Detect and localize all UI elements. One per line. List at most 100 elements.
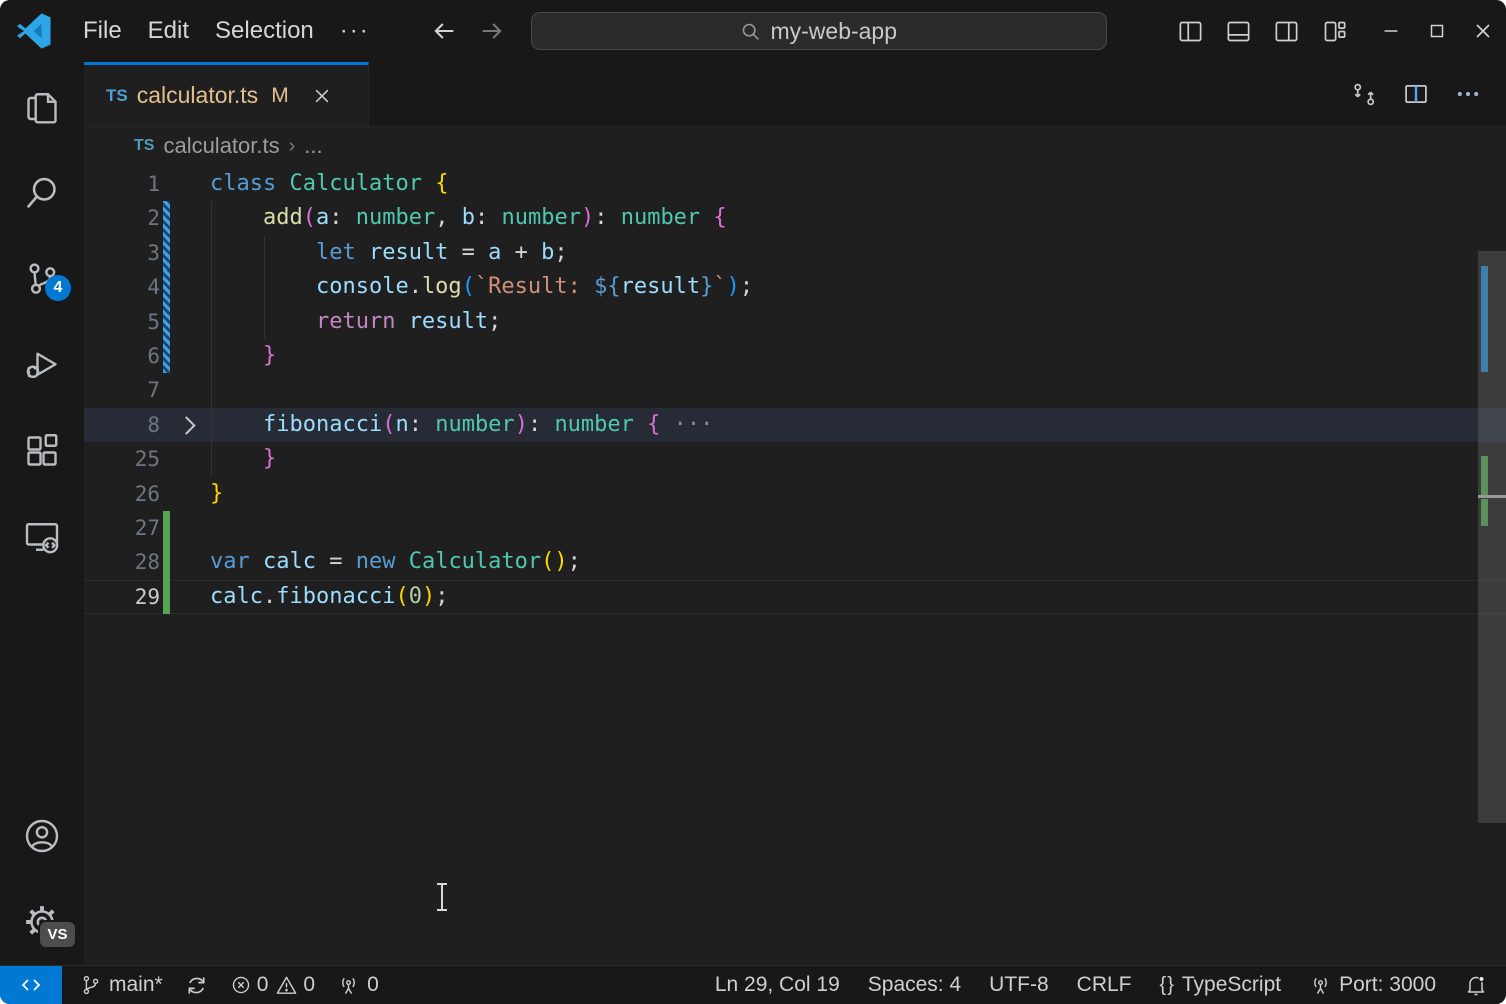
- code-line-27[interactable]: 27: [84, 511, 1506, 545]
- code-text: return result;: [210, 305, 501, 339]
- line-number: 6: [147, 339, 160, 373]
- command-center-search[interactable]: my-web-app: [531, 12, 1107, 50]
- remote-indicator[interactable]: [0, 966, 62, 1004]
- tab-calculator-ts[interactable]: TS calculator.ts M: [84, 62, 369, 126]
- code-line-28[interactable]: 28var calc = new Calculator();: [84, 545, 1506, 579]
- history-nav: [427, 14, 509, 48]
- gutter[interactable]: 27: [84, 511, 210, 545]
- menu-edit[interactable]: Edit: [135, 12, 202, 50]
- statusbar-right: Ln 29, Col 19 Spaces: 4 UTF-8 CRLF {} Ty…: [715, 966, 1488, 1004]
- extensions-icon: [21, 430, 63, 472]
- gutter[interactable]: 29: [84, 580, 210, 614]
- activity-accounts[interactable]: [0, 793, 84, 879]
- code-line-5[interactable]: 5 return result;: [84, 305, 1506, 339]
- cursor-position-item[interactable]: Ln 29, Col 19: [715, 973, 840, 997]
- code-line-1[interactable]: 1class Calculator {: [84, 167, 1506, 201]
- gutter[interactable]: 7: [84, 373, 210, 407]
- close-window-button[interactable]: [1460, 0, 1506, 62]
- code-line-6[interactable]: 6 }: [84, 339, 1506, 373]
- statusbar-left: main* 0 0: [80, 966, 379, 1004]
- gutter[interactable]: 1: [84, 167, 210, 201]
- code-editor[interactable]: 1class Calculator {2 add(a: number, b: n…: [84, 165, 1506, 965]
- breadcrumb-file[interactable]: calculator.ts: [163, 133, 279, 159]
- layout-controls: [1170, 11, 1354, 51]
- branch-icon: [80, 974, 102, 996]
- remote-icon: [19, 973, 43, 997]
- menu-bar: File Edit Selection ···: [70, 12, 383, 50]
- open-changes-icon[interactable]: [1351, 81, 1378, 108]
- git-added-gutter-bar: [163, 580, 170, 614]
- activity-run-debug[interactable]: [0, 322, 84, 408]
- eol-item[interactable]: CRLF: [1077, 973, 1132, 997]
- gutter[interactable]: 4: [84, 270, 210, 304]
- forward-button[interactable]: [475, 14, 509, 48]
- gutter[interactable]: 28: [84, 545, 210, 579]
- gutter[interactable]: 25: [84, 442, 210, 476]
- activity-search[interactable]: [0, 150, 84, 236]
- gutter[interactable]: 5: [84, 305, 210, 339]
- code-line-7[interactable]: 7: [84, 373, 1506, 407]
- activity-extensions[interactable]: [0, 408, 84, 494]
- maximize-button[interactable]: [1414, 0, 1460, 62]
- problems-item[interactable]: 0 0: [230, 973, 315, 997]
- command-center-text: my-web-app: [770, 18, 897, 45]
- ports-item[interactable]: 0: [337, 973, 379, 997]
- code-line-3[interactable]: 3 let result = a + b;: [84, 236, 1506, 270]
- fold-chevron-icon[interactable]: [177, 416, 195, 434]
- breadcrumb-symbol[interactable]: ...: [304, 133, 322, 159]
- port-forward-item[interactable]: Port: 3000: [1309, 973, 1436, 997]
- encoding-text: UTF-8: [989, 973, 1049, 997]
- settings-vs-badge: VS: [38, 920, 77, 949]
- code-line-8[interactable]: 8 fibonacci(n: number): number { ···: [84, 408, 1506, 442]
- line-number: 1: [147, 167, 160, 201]
- gutter[interactable]: 2: [84, 201, 210, 235]
- warning-icon: [275, 974, 298, 997]
- back-button[interactable]: [427, 14, 461, 48]
- line-number: 27: [135, 511, 160, 545]
- activity-remote-explorer[interactable]: [0, 494, 84, 580]
- language-mode-item[interactable]: {} TypeScript: [1160, 973, 1282, 997]
- overview-ruler-added-mark: [1481, 456, 1488, 495]
- activity-settings[interactable]: VS: [0, 879, 84, 965]
- tab-modified-badge: M: [271, 84, 289, 108]
- git-branch-item[interactable]: main*: [80, 973, 163, 997]
- tab-close-button[interactable]: [308, 82, 336, 110]
- notifications-bell-button[interactable]: [1464, 973, 1488, 997]
- gutter[interactable]: 8: [84, 408, 210, 442]
- code-line-29[interactable]: 29calc.fibonacci(0);: [84, 580, 1506, 614]
- activity-source-control[interactable]: 4: [0, 236, 84, 322]
- window-controls: [1368, 0, 1506, 62]
- split-editor-icon[interactable]: [1402, 80, 1430, 108]
- customize-layout-button[interactable]: [1314, 11, 1354, 51]
- code-text: }: [210, 339, 276, 373]
- code-line-4[interactable]: 4 console.log(`Result: ${result}`);: [84, 270, 1506, 304]
- toggle-panel-button[interactable]: [1218, 11, 1258, 51]
- git-modified-gutter-bar: [163, 270, 170, 304]
- sidebar-right-icon: [1273, 18, 1300, 45]
- line-number: 8: [147, 408, 160, 442]
- minimize-button[interactable]: [1368, 0, 1414, 62]
- vscode-window: File Edit Selection ··· my-web-app: [0, 0, 1506, 1004]
- gutter[interactable]: 26: [84, 477, 210, 511]
- code-line-26[interactable]: 26}: [84, 477, 1506, 511]
- sync-changes-button[interactable]: [185, 974, 208, 997]
- indentation-item[interactable]: Spaces: 4: [868, 973, 961, 997]
- tab-bar: TS calculator.ts M: [84, 62, 1506, 127]
- menu-more-button[interactable]: ···: [327, 12, 383, 50]
- indent-guide: [264, 236, 265, 339]
- more-actions-icon[interactable]: [1454, 80, 1482, 108]
- gutter[interactable]: 6: [84, 339, 210, 373]
- activity-explorer[interactable]: [0, 64, 84, 150]
- code-line-25[interactable]: 25 }: [84, 442, 1506, 476]
- toggle-secondary-sidebar-button[interactable]: [1266, 11, 1306, 51]
- toggle-primary-sidebar-button[interactable]: [1170, 11, 1210, 51]
- code-line-2[interactable]: 2 add(a: number, b: number): number {: [84, 201, 1506, 235]
- close-icon: [1471, 19, 1495, 43]
- arrow-right-icon: [478, 17, 506, 45]
- gutter[interactable]: 3: [84, 236, 210, 270]
- encoding-item[interactable]: UTF-8: [989, 973, 1049, 997]
- menu-file[interactable]: File: [70, 12, 135, 50]
- radio-tower-icon: [337, 974, 360, 997]
- line-number: 26: [135, 477, 160, 511]
- menu-selection[interactable]: Selection: [202, 12, 327, 50]
